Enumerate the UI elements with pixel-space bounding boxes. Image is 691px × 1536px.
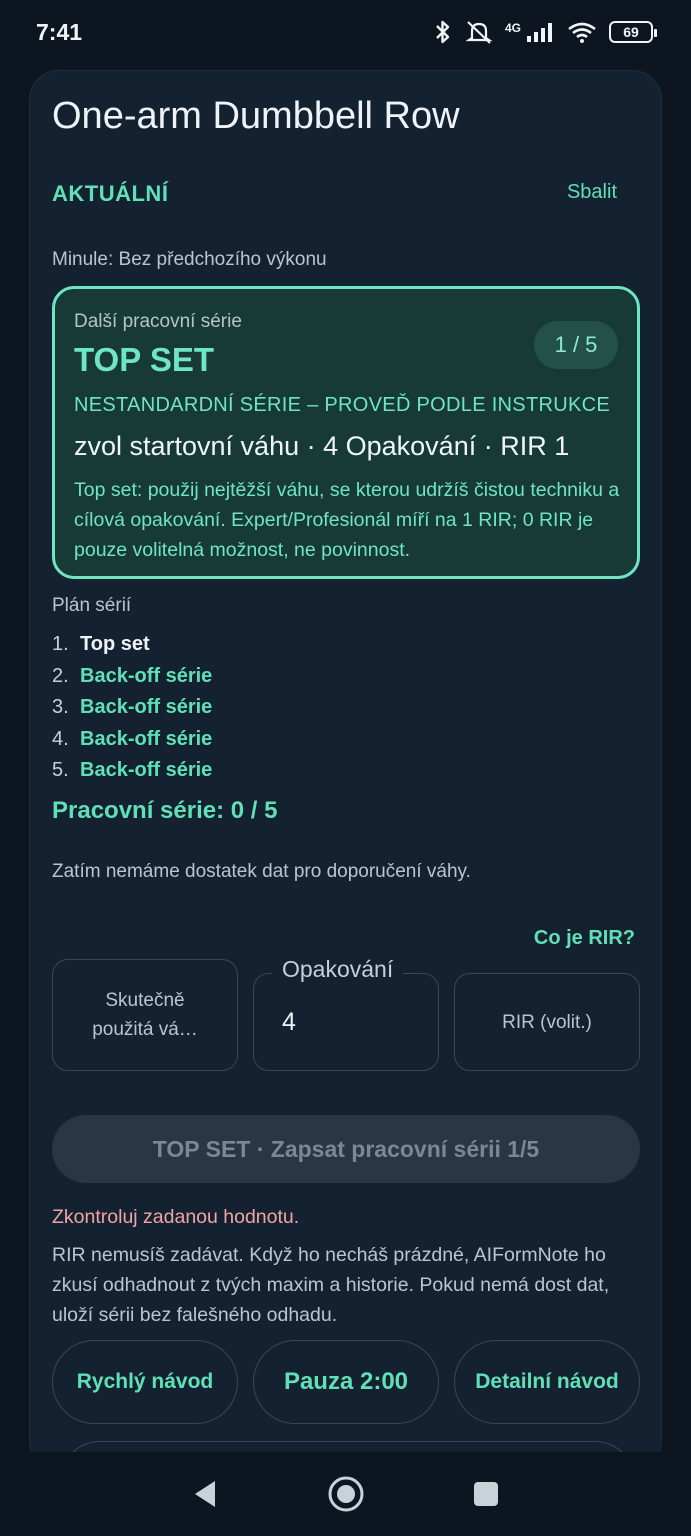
rir-placeholder: RIR (volit.) [502,1011,592,1033]
list-item-label: Back-off série [80,696,213,719]
back-button[interactable] [186,1474,226,1514]
work-set-count: Pracovní série: 0 / 5 [52,797,278,824]
back-triangle-icon [194,1481,215,1507]
pause-timer-button[interactable]: Pauza 2:00 [253,1340,439,1424]
list-item-number: 1. [52,633,69,656]
next-set-title: TOP SET [74,341,214,378]
exercise-card: One-arm Dumbbell Row AKTUÁLNÍ Sbalit Min… [29,70,662,1470]
navigation-bar [0,1452,691,1536]
set-description: Top set: použij nejtěžší váhu, se kterou… [74,479,620,561]
weight-field[interactable]: Skutečně použitá vá… [52,959,238,1071]
list-item-number: 5. [52,759,69,782]
reps-field[interactable]: Opakování 4 [253,956,439,1071]
list-item: 3. Back-off série [52,692,212,724]
recents-square-icon [473,1482,498,1506]
mute-bell-icon [465,21,493,44]
status-time: 7:41 [36,18,83,45]
set-counter-badge: 1 / 5 [534,321,618,369]
battery-level: 69 [623,24,639,40]
list-item-number: 3. [52,696,69,719]
list-item-label: Back-off série [80,759,213,782]
home-circle-icon [328,1476,363,1512]
quick-guide-button[interactable]: Rychlý návod [52,1340,238,1424]
plan-label: Plán sérií [52,595,132,616]
battery-icon: 69 [609,21,657,43]
next-set-card: Další pracovní série TOP SET 1 / 5 NESTA… [52,286,640,579]
list-item-label: Back-off série [80,664,213,687]
network-label: 4G [504,21,521,35]
list-item-number: 2. [52,664,69,687]
set-type: NESTANDARDNÍ SÉRIE – PROVEĎ PODLE INSTRU… [74,394,610,416]
list-item: 2. Back-off série [52,661,212,693]
status-icons: 4G 69 [433,19,657,45]
rir-note: RIR nemusíš zadávat. Když ho necháš práz… [52,1244,610,1326]
list-item-label: Top set [80,633,150,656]
rir-field[interactable]: RIR (volit.) [454,973,640,1071]
section-label: AKTUÁLNÍ [52,181,169,206]
bluetooth-icon [436,20,450,44]
set-plan-list: 1. Top set 2. Back-off série 3. Back-off sé… [52,629,212,787]
detail-guide-button[interactable]: Detailní návod [454,1340,640,1424]
list-item-number: 4. [52,727,69,750]
list-item: 4. Back-off série [52,724,212,756]
wifi-icon [568,22,596,43]
home-button[interactable] [326,1474,366,1514]
list-item: 5. Back-off série [52,755,212,787]
last-performance: Minule: Bez předchozího výkonu [52,249,327,270]
reps-label: Opakování [272,956,404,983]
validation-error: Zkontroluj zadanou hodnotu. [52,1206,300,1228]
reps-value: 4 [282,1008,296,1036]
recents-button[interactable] [466,1474,506,1514]
exercise-title: One-arm Dumbbell Row [52,95,460,137]
signal-icon [527,23,552,42]
status-bar: 7:41 4G 69 [0,0,691,64]
list-item: 1. Top set [52,629,212,661]
rir-help-link[interactable]: Co je RIR? [534,927,635,950]
weight-placeholder: Skutečně použitá vá… [92,990,198,1040]
log-set-button[interactable]: TOP SET · Zapsat pracovní sérii 1/5 [52,1115,640,1183]
weight-recommendation-note: Zatím nemáme dostatek dat pro doporučení… [52,861,471,882]
next-set-label: Další pracovní série [74,311,242,332]
collapse-button[interactable]: Sbalit [567,181,617,204]
list-item-label: Back-off série [80,727,213,750]
set-target: zvol startovní váhu · 4 Opakování · RIR … [74,431,570,461]
